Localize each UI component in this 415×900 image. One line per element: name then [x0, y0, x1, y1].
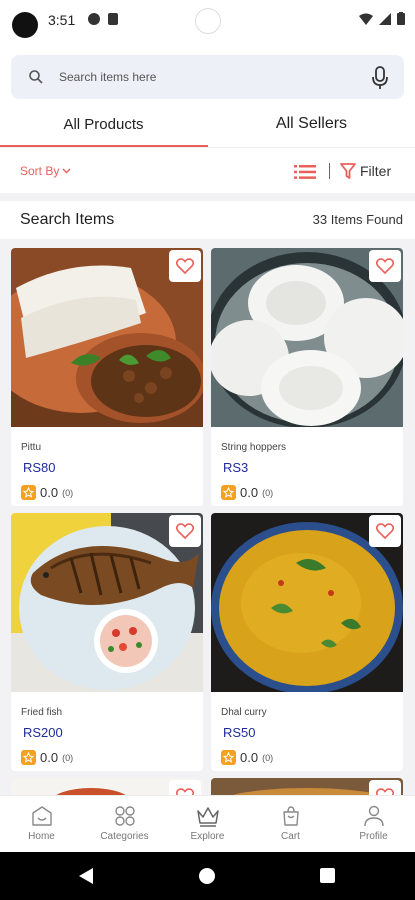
front-camera [195, 8, 221, 34]
product-card[interactable]: Fried fish RS200 0.0 (0) [11, 513, 203, 771]
status-time: 3:51 [48, 12, 76, 28]
section-separator [0, 193, 415, 201]
rating-value: 0.0 [240, 485, 259, 500]
product-card[interactable]: Pittu RS80 0.0 (0) [11, 248, 203, 506]
results-title: Search Items [20, 211, 115, 228]
product-grid: Pittu RS80 0.0 (0) String hoppers RS3 0.… [0, 239, 415, 795]
profile-icon [363, 805, 384, 827]
search-bar[interactable]: Search items here [11, 55, 404, 99]
results-header: Search Items 33 Items Found [0, 201, 415, 239]
bottom-nav: Home Categories Explore Cart Profile [0, 795, 415, 852]
nav-cart[interactable]: Cart [249, 796, 332, 852]
nav-explore[interactable]: Explore [166, 796, 249, 852]
search-input[interactable]: Search items here [59, 70, 156, 84]
sim-icon [108, 13, 118, 25]
heart-icon [376, 523, 394, 539]
product-name: Pittu [21, 442, 42, 453]
microphone-icon[interactable] [372, 66, 388, 90]
list-view-icon[interactable] [294, 164, 316, 180]
product-rating: 0.0 (0) [21, 485, 73, 500]
signal-icon [379, 12, 391, 25]
rating-count: (0) [62, 487, 74, 498]
heart-icon [176, 523, 194, 539]
crown-icon [196, 807, 219, 827]
favorite-button[interactable] [369, 515, 401, 547]
cart-icon [282, 806, 299, 826]
camera-cutout [12, 12, 38, 38]
back-icon[interactable] [78, 867, 94, 885]
product-card[interactable] [211, 778, 403, 795]
star-icon [21, 750, 36, 765]
recent-apps-icon[interactable] [320, 868, 335, 883]
home-button-icon[interactable] [199, 868, 215, 884]
product-price: RS3 [223, 460, 249, 475]
system-nav-bar [0, 852, 415, 900]
rating-count: (0) [262, 752, 274, 763]
product-card[interactable]: String hoppers RS3 0.0 (0) [211, 248, 403, 506]
nav-label: Home [28, 831, 55, 842]
divider [0, 147, 415, 148]
notification-icon [88, 13, 100, 25]
nav-label: Cart [281, 831, 300, 842]
rating-count: (0) [262, 487, 274, 498]
favorite-button[interactable] [169, 250, 201, 282]
heart-icon [176, 258, 194, 274]
heart-icon [376, 788, 394, 795]
tab-label: All Products [63, 115, 144, 133]
star-icon [21, 485, 36, 500]
battery-icon [397, 12, 405, 25]
product-rating: 0.0 (0) [221, 485, 273, 500]
favorite-button[interactable] [169, 780, 201, 795]
product-price: RS80 [23, 460, 56, 475]
nav-label: Profile [359, 831, 388, 842]
nav-label: Explore [190, 831, 225, 842]
product-price: RS50 [223, 725, 256, 740]
favorite-button[interactable] [369, 780, 401, 795]
chevron-down-icon [62, 168, 71, 174]
product-price: RS200 [23, 725, 63, 740]
nav-profile[interactable]: Profile [332, 796, 415, 852]
rating-value: 0.0 [40, 485, 59, 500]
product-name: String hoppers [221, 442, 287, 453]
sort-by-label: Sort By [20, 164, 60, 178]
tab-bar: All Products All Sellers [0, 100, 415, 148]
product-name: Dhal curry [221, 707, 267, 718]
heart-icon [376, 258, 394, 274]
product-name: Fried fish [21, 707, 63, 718]
favorite-button[interactable] [169, 515, 201, 547]
nav-categories[interactable]: Categories [83, 796, 166, 852]
search-icon [29, 70, 43, 84]
home-icon [31, 806, 52, 826]
tab-label: All Sellers [275, 115, 348, 132]
filter-button[interactable]: Filter [340, 162, 391, 180]
tab-all-sellers[interactable]: All Sellers [208, 100, 415, 148]
product-card[interactable]: Dhal curry RS50 0.0 (0) [211, 513, 403, 771]
sort-by-button[interactable]: Sort By [20, 164, 71, 178]
rating-count: (0) [62, 752, 74, 763]
filter-label: Filter [360, 163, 392, 179]
filter-icon [340, 163, 356, 179]
status-bar: 3:51 [0, 0, 415, 40]
product-card[interactable] [11, 778, 203, 795]
divider [329, 163, 330, 179]
tab-all-products[interactable]: All Products [0, 100, 207, 148]
results-count: 33 Items Found [312, 212, 403, 227]
nav-label: Categories [100, 831, 149, 842]
categories-icon [114, 806, 135, 826]
star-icon [221, 750, 236, 765]
heart-icon [176, 788, 194, 795]
status-icons [359, 12, 405, 25]
rating-value: 0.0 [240, 750, 259, 765]
wifi-icon [359, 13, 373, 25]
rating-value: 0.0 [40, 750, 59, 765]
product-rating: 0.0 (0) [221, 750, 273, 765]
nav-home[interactable]: Home [0, 796, 83, 852]
star-icon [221, 485, 236, 500]
product-rating: 0.0 (0) [21, 750, 73, 765]
sort-filter-bar: Sort By Filter [0, 152, 415, 192]
favorite-button[interactable] [369, 250, 401, 282]
